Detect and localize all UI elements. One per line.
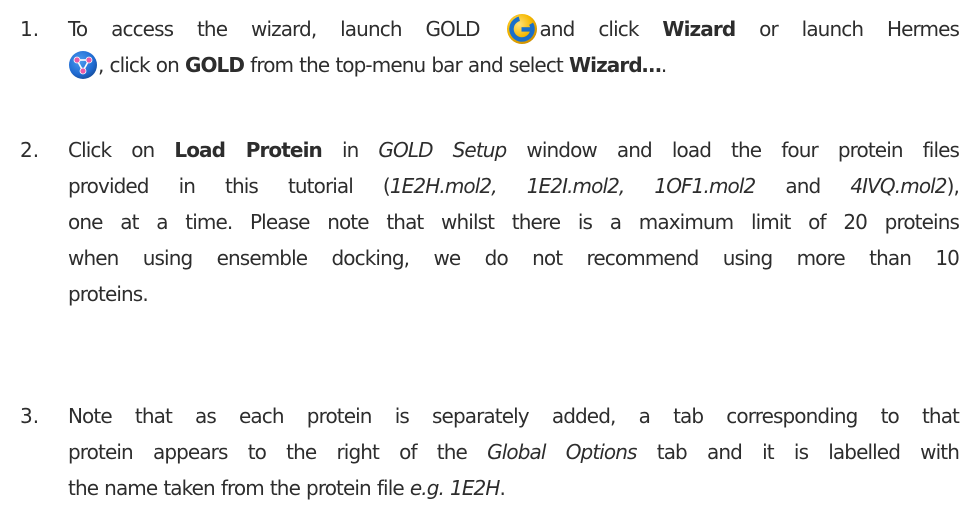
step-number: 3.	[20, 404, 40, 428]
step-2-line-2: provided in this tutorial (1E2H.mol2, 1E…	[68, 174, 960, 198]
gold-app-icon	[506, 13, 538, 45]
step-text: To access the wizard, launch GOLD and cl…	[68, 11, 960, 83]
step-2-line-1: Click on Load Protein in GOLD Setup wind…	[68, 138, 960, 162]
document-page: 1. To access the wizard, launch GOLD and…	[0, 0, 975, 513]
step-3-line-2: protein appears to the right of the Glob…	[68, 440, 960, 464]
step-text: Click on Load Protein in GOLD Setup wind…	[68, 132, 960, 312]
step-number: 1.	[20, 17, 40, 41]
step-1-line-2: , click on GOLD from the top-menu bar an…	[68, 47, 959, 83]
step-3-line-3: the name taken from the protein file e.g…	[68, 476, 506, 500]
step-3-line-1: Note that as each protein is separately …	[68, 404, 960, 428]
step-2-line-3: one at a time. Please note that whilst t…	[68, 210, 960, 234]
step-number: 2.	[20, 138, 40, 162]
step-2-line-4: when using ensemble docking, we do not r…	[68, 246, 960, 270]
hermes-app-icon	[68, 50, 98, 80]
step-text: Note that as each protein is separately …	[68, 398, 960, 506]
step-1-line-1: To access the wizard, launch GOLD and cl…	[68, 11, 960, 47]
step-2-line-5: proteins.	[68, 282, 149, 306]
